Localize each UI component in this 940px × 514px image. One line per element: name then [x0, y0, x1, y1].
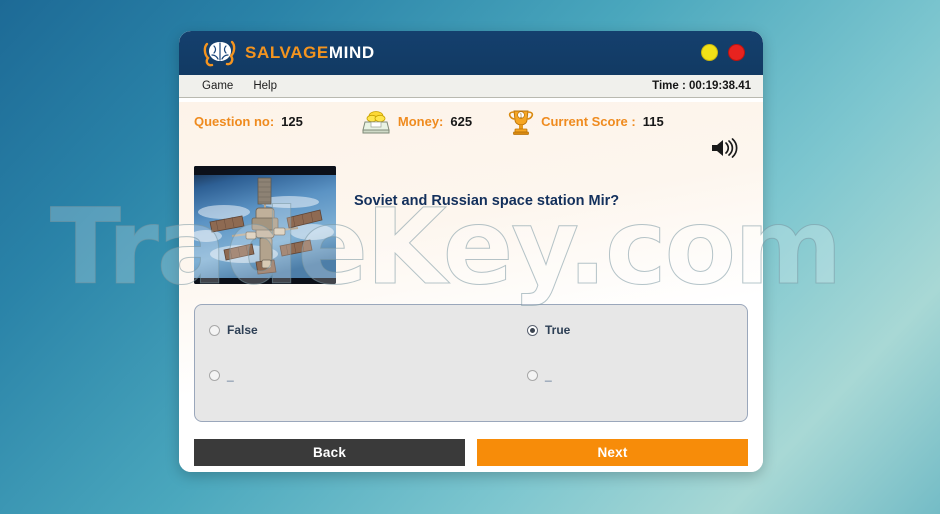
menu-item-help[interactable]: Help: [243, 75, 287, 98]
question-text: Soviet and Russian space station Mir?: [354, 193, 620, 209]
menu-bar: Game Help Time : 00:19:38.41: [179, 75, 763, 98]
question-number-stat: Question no: 125: [194, 114, 303, 129]
question-number-value: 125: [281, 113, 303, 129]
trophy-icon: 1: [508, 110, 534, 135]
speaker-volume-icon[interactable]: [709, 136, 739, 160]
window-controls: [701, 44, 745, 61]
question-area: Soviet and Russian space station Mir?: [179, 166, 763, 290]
score-stat: 1 Current Score : 115: [508, 108, 664, 135]
sound-row: [179, 138, 763, 166]
stats-bar: Question no: 125 Money: 625 1 Current Sc…: [179, 102, 763, 140]
score-label: Current Score :: [541, 113, 636, 129]
radio-icon-blank-1[interactable]: [209, 369, 220, 381]
answer-option-blank-2[interactable]: _: [471, 368, 733, 382]
answer-label-blank-2: _: [545, 368, 552, 382]
answer-option-false[interactable]: False: [209, 323, 471, 337]
action-buttons: Back Next: [194, 439, 748, 466]
game-content: Question no: 125 Money: 625 1 Current Sc…: [179, 102, 763, 472]
answer-options-grid: False True _ _: [195, 323, 747, 382]
answer-label-true: True: [545, 323, 571, 337]
answer-label-blank-1: _: [227, 368, 234, 382]
brand-logo: SALVAGEMIND: [203, 38, 375, 68]
minimize-dot-icon[interactable]: [701, 44, 718, 61]
answer-option-true[interactable]: True: [471, 323, 733, 337]
money-label: Money:: [397, 113, 444, 129]
close-dot-icon[interactable]: [728, 44, 745, 61]
brain-icon: [203, 40, 236, 67]
next-button[interactable]: Next: [477, 439, 748, 466]
timer-display: Time : 00:19:38.41: [652, 80, 751, 92]
radio-icon-false[interactable]: [209, 324, 220, 336]
money-stat: Money: 625: [361, 108, 472, 134]
answer-option-blank-1[interactable]: _: [209, 368, 471, 382]
application-window: SALVAGEMIND Game Help Time : 00:19:38.41…: [179, 31, 763, 472]
answers-panel: False True _ _: [194, 304, 748, 422]
svg-text:1: 1: [519, 113, 522, 119]
answer-label-false: False: [227, 323, 258, 337]
brand-text: SALVAGEMIND: [245, 43, 375, 63]
question-image: [194, 166, 336, 284]
desktop-background: SALVAGEMIND Game Help Time : 00:19:38.41…: [0, 0, 940, 514]
menu-item-game[interactable]: Game: [192, 75, 243, 98]
score-value: 115: [642, 113, 664, 129]
radio-icon-true[interactable]: [527, 324, 538, 336]
money-stack-icon: [362, 111, 390, 134]
money-value: 625: [450, 113, 473, 129]
back-button[interactable]: Back: [194, 439, 465, 466]
brand-text-primary: SALVAGE: [245, 43, 329, 62]
brand-text-secondary: MIND: [328, 43, 375, 62]
radio-icon-blank-2[interactable]: [527, 369, 538, 381]
title-bar: SALVAGEMIND: [179, 31, 763, 75]
question-number-label: Question no:: [194, 113, 275, 129]
